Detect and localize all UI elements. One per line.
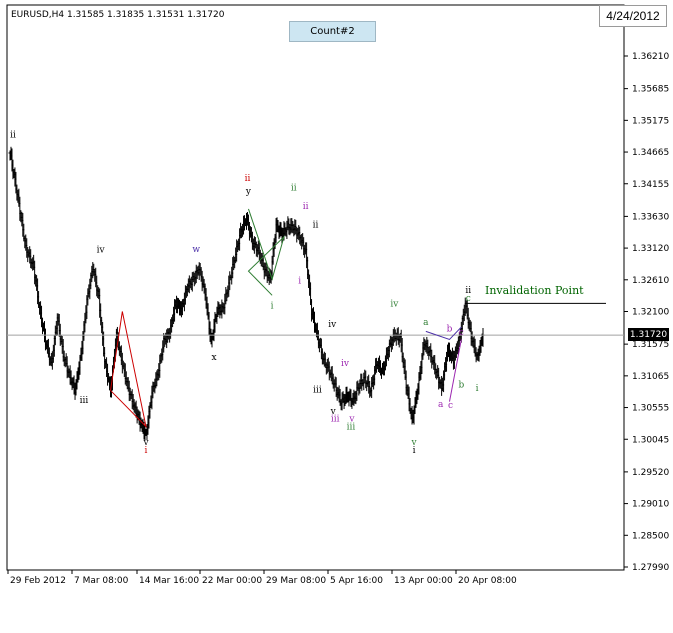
y-tick-label: 1.34155: [632, 180, 669, 190]
wave-label: ii: [303, 202, 309, 212]
x-tick-label: 7 Mar 08:00: [74, 576, 129, 586]
y-tick-label: 1.34665: [632, 148, 669, 158]
x-tick-label: 29 Mar 08:00: [266, 576, 326, 586]
date-stamp: 4/24/2012: [599, 5, 667, 27]
y-tick-label: 1.32610: [632, 276, 669, 286]
wave-label: x: [211, 353, 216, 363]
y-tick-label: 1.30045: [632, 435, 669, 445]
wave-label: a: [438, 400, 444, 410]
wave-label: y: [245, 187, 252, 197]
wave-label: iv: [97, 245, 106, 255]
wave-label: i: [298, 277, 301, 287]
y-tick-label: 1.30555: [632, 404, 669, 414]
wave-label: ii: [10, 130, 16, 140]
wave-label: ii: [291, 183, 297, 193]
x-tick-label: 13 Apr 00:00: [394, 576, 453, 586]
x-tick-label: 20 Apr 08:00: [458, 576, 517, 586]
y-tick-label: 1.28500: [632, 531, 669, 541]
wave-label: b: [458, 380, 464, 390]
y-tick-label: 1.32100: [632, 308, 669, 318]
price-chart: 1.36210 1.35685 1.35175 1.34665 1.34155 1.336…: [6, 4, 669, 586]
y-tick-label: 1.33120: [632, 244, 669, 254]
wave-label: iii: [80, 396, 89, 406]
wave-label: i: [145, 446, 148, 456]
y-tick-label: 1.36210: [632, 52, 669, 62]
wave-label: i: [271, 301, 274, 311]
wave-label: iv: [390, 300, 399, 310]
invalidation-label: Invalidation Point: [485, 284, 584, 297]
y-tick-label: 1.29010: [632, 500, 669, 510]
wave-label: ii: [313, 221, 319, 231]
count-badge[interactable]: Count#2: [289, 21, 376, 42]
wave-label: w: [192, 245, 200, 255]
y-tick-label: 1.33630: [632, 212, 669, 222]
wave-label: i: [413, 446, 416, 456]
y-tick-label: 1.31575: [632, 340, 669, 350]
wave-label: c: [448, 401, 453, 411]
x-tick-label: 22 Mar 00:00: [202, 576, 262, 586]
y-tick-label: 1.27990: [632, 563, 669, 573]
wave-label: iv: [328, 320, 337, 330]
wave-label: iv: [341, 359, 350, 369]
wave-label: iii: [347, 423, 356, 433]
wave-label: c: [459, 328, 464, 338]
y-tick-label: 1.31065: [632, 372, 669, 382]
y-tick-label: 1.29520: [632, 468, 669, 478]
current-price-tag: 1.31720: [628, 328, 669, 341]
wave-label: iii: [331, 415, 340, 425]
wave-label: ii: [245, 174, 251, 184]
y-tick-label: 1.35175: [632, 116, 669, 126]
x-tick-label: 29 Feb 2012: [10, 576, 66, 586]
wave-label: b: [447, 324, 453, 334]
wave-label: a: [423, 318, 429, 328]
wave-label: iii: [313, 385, 322, 395]
x-tick-label: 5 Apr 16:00: [330, 576, 383, 586]
x-tick-label: 14 Mar 16:00: [139, 576, 199, 586]
wave-label: i: [476, 384, 479, 394]
y-tick-label: 1.35685: [632, 85, 669, 95]
wave-label: c: [466, 294, 471, 304]
symbol-info: EURUSD,H4 1.31585 1.31835 1.31531 1.3172…: [11, 10, 225, 20]
